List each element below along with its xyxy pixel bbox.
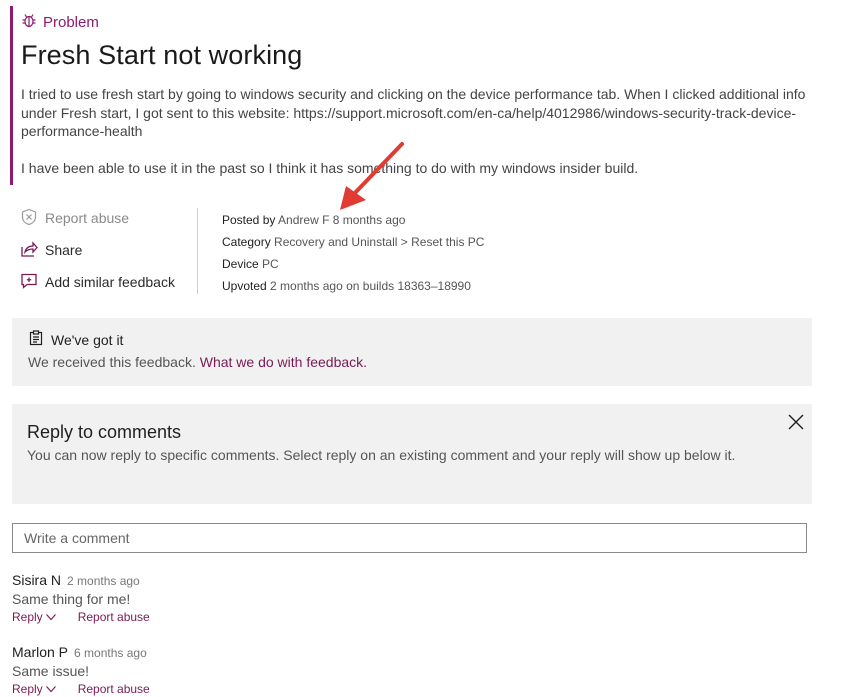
add-similar-feedback-label: Add similar feedback <box>45 274 175 290</box>
share-icon <box>20 240 38 261</box>
write-comment-input[interactable] <box>12 523 807 553</box>
comment-report-abuse-link[interactable]: Report abuse <box>78 682 150 696</box>
bug-icon <box>21 12 37 32</box>
feedback-title: Fresh Start not working <box>21 40 303 70</box>
notice-heading-row: We've got it <box>28 330 796 349</box>
reply-label: Reply <box>12 682 43 696</box>
problem-tag-label: Problem <box>43 13 99 31</box>
actions-divider <box>197 208 198 294</box>
notice-heading: We've got it <box>51 331 124 348</box>
add-similar-feedback-button[interactable]: Add similar feedback <box>20 272 200 292</box>
posted-by-row: Posted by Andrew F 8 months ago <box>222 209 484 231</box>
share-label: Share <box>45 242 83 258</box>
comment-text: Same thing for me! <box>12 591 131 607</box>
upvoted-time: 2 months ago <box>270 279 343 293</box>
upvoted-builds: on builds 18363–18990 <box>346 279 471 293</box>
feedback-body-paragraph-1: I tried to use fresh start by going to w… <box>21 86 806 139</box>
feedback-received-notice: We've got it We received this feedback. … <box>12 318 812 386</box>
chevron-down-icon <box>45 685 56 693</box>
problem-tag: Problem <box>21 12 820 32</box>
comment-author: Marlon P <box>12 644 69 660</box>
chevron-down-icon <box>45 613 56 621</box>
reply-button[interactable]: Reply <box>12 610 56 624</box>
report-abuse-button[interactable]: Report abuse <box>20 208 200 228</box>
feedback-metadata: Posted by Andrew F 8 months ago Category… <box>222 209 484 297</box>
comment-item: Marlon P 6 months ago Same issue! Reply R… <box>12 644 150 696</box>
reply-info-text: You can now reply to specific comments. … <box>27 447 736 463</box>
category-value: Recovery and Uninstall > Reset this PC <box>274 235 485 249</box>
report-abuse-label: Report abuse <box>45 210 130 226</box>
comment-header: Sisira N 2 months ago <box>12 572 150 588</box>
comment-time: 6 months ago <box>74 646 147 660</box>
comment-time: 2 months ago <box>67 574 140 588</box>
device-row: Device PC <box>222 253 484 275</box>
comment-actions: Reply Report abuse <box>12 682 150 696</box>
upvoted-row: Upvoted 2 months ago on builds 18363–189… <box>222 275 484 297</box>
what-we-do-link[interactable]: What we do with feedback. <box>200 354 367 370</box>
comment-report-abuse-link[interactable]: Report abuse <box>78 610 150 624</box>
comment-item: Sisira N2 months ago Same thing for me! … <box>12 572 150 624</box>
report-shield-icon <box>20 208 38 229</box>
upvoted-label: Upvoted <box>222 279 267 293</box>
reply-button[interactable]: Reply <box>12 682 56 696</box>
comment-header: Marlon P 6 months ago <box>12 644 150 660</box>
close-icon[interactable] <box>786 412 806 432</box>
notice-text: We received this feedback. What we do wi… <box>28 354 796 370</box>
notice-message: We received this feedback. <box>28 354 196 370</box>
problem-card: Problem Fresh Start not working I tried … <box>10 6 820 185</box>
category-label: Category <box>222 235 271 249</box>
share-button[interactable]: Share <box>20 240 200 260</box>
reply-info-heading: Reply to comments <box>27 422 182 442</box>
feedback-actions: Report abuse Share Add similar feedback <box>20 208 200 304</box>
category-row: Category Recovery and Uninstall > Reset … <box>222 231 484 253</box>
posted-by-label: Posted by <box>222 213 276 227</box>
reply-label: Reply <box>12 610 43 624</box>
clipboard-check-icon <box>28 330 44 349</box>
feedback-body-paragraph-2: I have been able to use it in the past s… <box>21 159 639 176</box>
posted-by-value: Andrew F 8 months ago <box>278 213 406 227</box>
comment-actions: Reply Report abuse <box>12 610 150 624</box>
device-label: Device <box>222 257 259 271</box>
reply-to-comments-info: Reply to comments You can now reply to s… <box>12 404 812 504</box>
add-feedback-icon <box>20 272 38 293</box>
comment-author: Sisira N <box>12 572 62 588</box>
comment-text: Same issue! <box>12 663 90 679</box>
device-value: PC <box>262 257 279 271</box>
